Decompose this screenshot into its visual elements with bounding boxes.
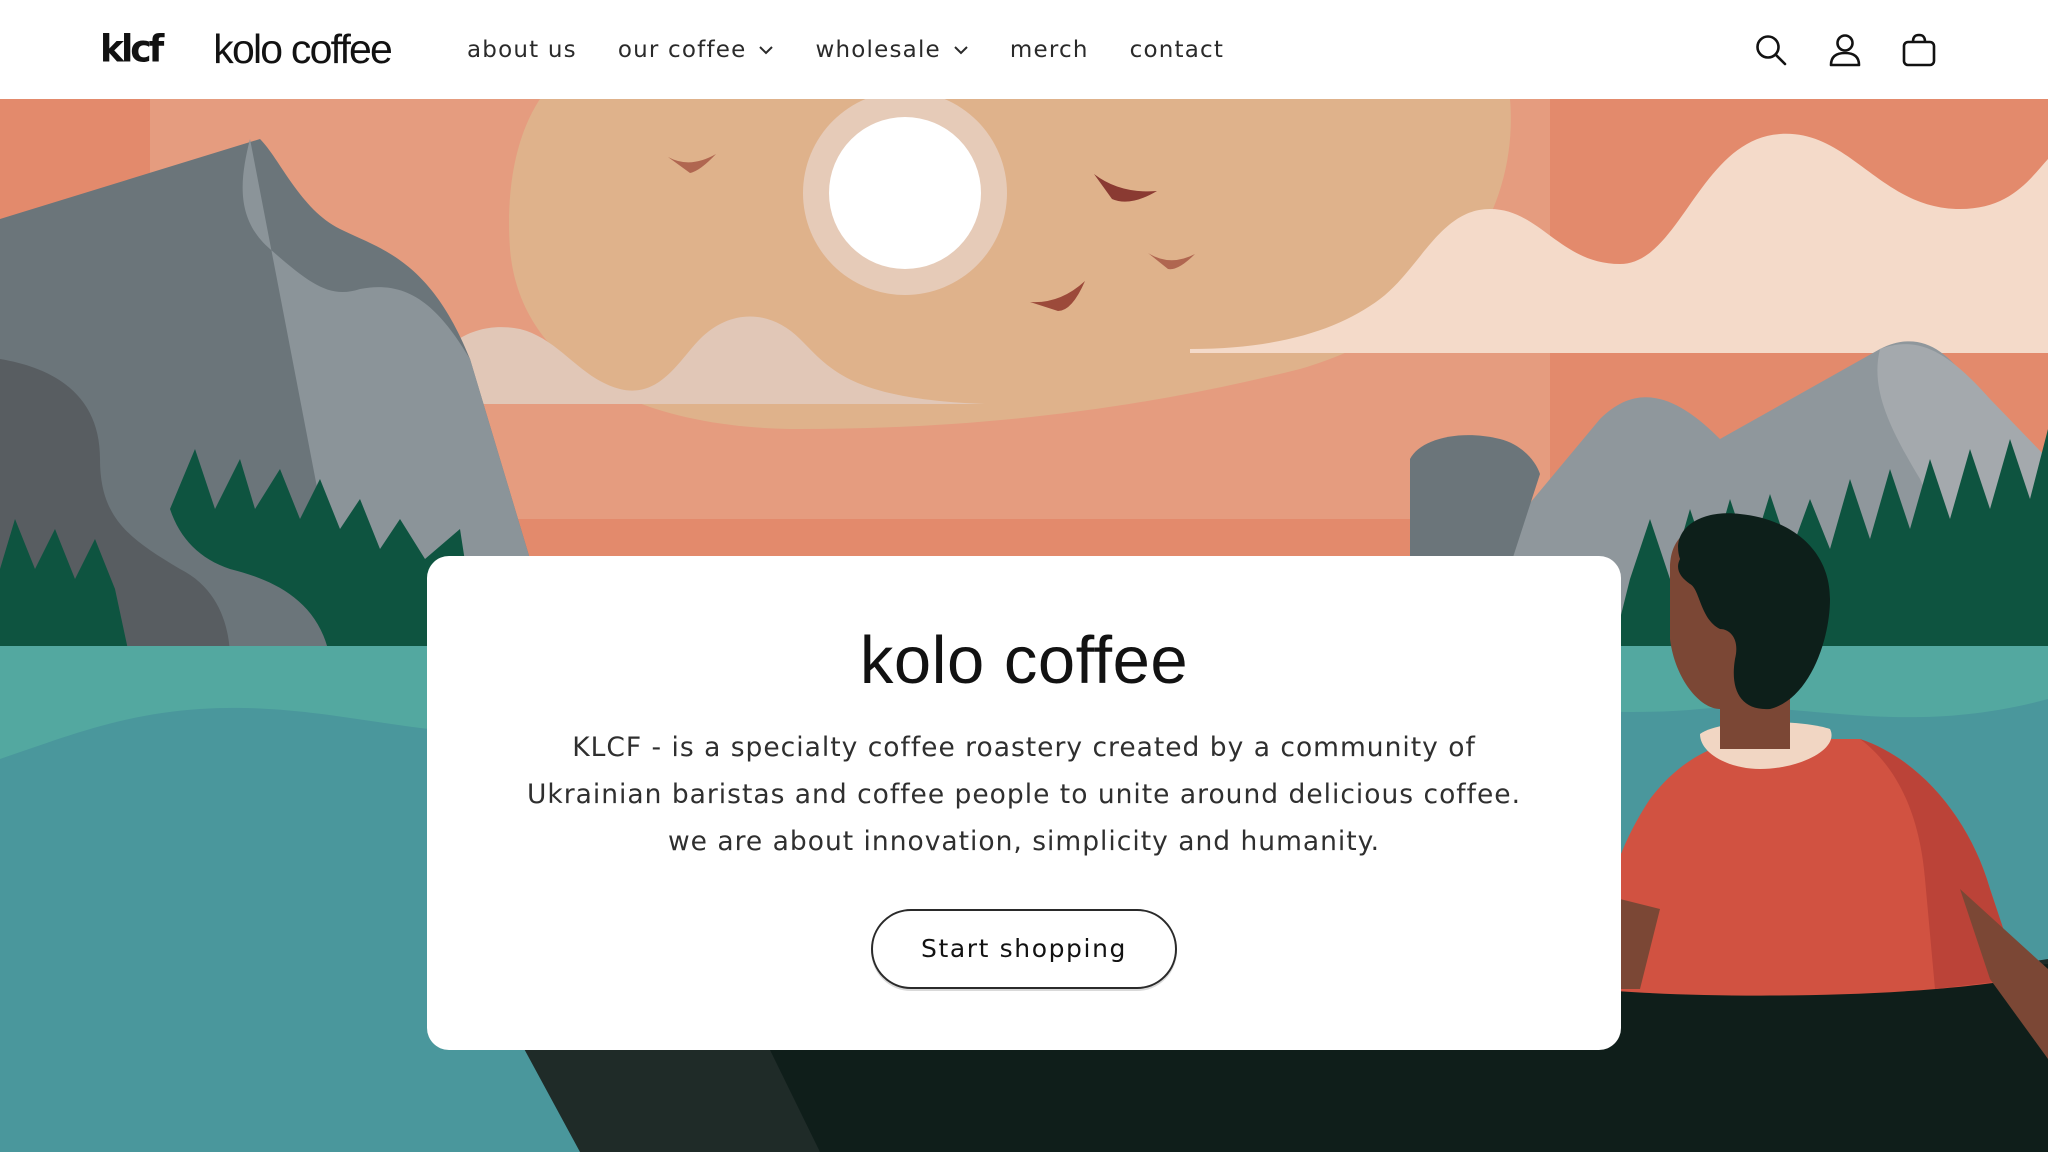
nav-item-wholesale[interactable]: wholesale — [815, 0, 968, 99]
hero-banner: kolo coffee KLCF - is a specialty coffee… — [0, 99, 2048, 1152]
chevron-down-icon — [954, 45, 968, 54]
hero-title: kolo coffee — [859, 623, 1189, 698]
nav-item-label: contact — [1129, 36, 1225, 63]
nav-item-about-us[interactable]: about us — [467, 0, 577, 99]
site-header: klcf kolo coffee about us our coffee who… — [0, 0, 2048, 99]
nav-item-label: our coffee — [617, 36, 747, 63]
nav-item-label: merch — [1009, 36, 1089, 63]
cart-icon — [1902, 33, 1936, 66]
nav-item-label: about us — [467, 36, 577, 63]
nav-item-label: wholesale — [815, 36, 941, 63]
cart-button[interactable] — [1900, 31, 1938, 69]
account-button[interactable] — [1826, 31, 1864, 69]
brand-logo-link[interactable]: klcf kolo coffee — [100, 0, 393, 99]
brand-name: kolo coffee — [213, 26, 393, 72]
nav-item-contact[interactable]: contact — [1130, 0, 1224, 99]
nav-item-merch[interactable]: merch — [1010, 0, 1089, 99]
header-actions — [1716, 0, 1938, 99]
nav-item-our-coffee[interactable]: our coffee — [618, 0, 775, 99]
start-shopping-button[interactable]: Start shopping — [871, 909, 1177, 990]
chevron-down-icon — [759, 45, 774, 54]
hero-card: kolo coffee KLCF - is a specialty coffee… — [427, 556, 1621, 1050]
search-button[interactable] — [1752, 31, 1790, 69]
account-icon — [1829, 33, 1861, 66]
search-icon — [1756, 34, 1787, 65]
brand-mark-logo: klcf — [100, 27, 164, 71]
hero-description: KLCF - is a specialty coffee roastery cr… — [526, 732, 1522, 858]
main-nav: about us our coffee wholesale merch cont… — [467, 0, 1265, 99]
